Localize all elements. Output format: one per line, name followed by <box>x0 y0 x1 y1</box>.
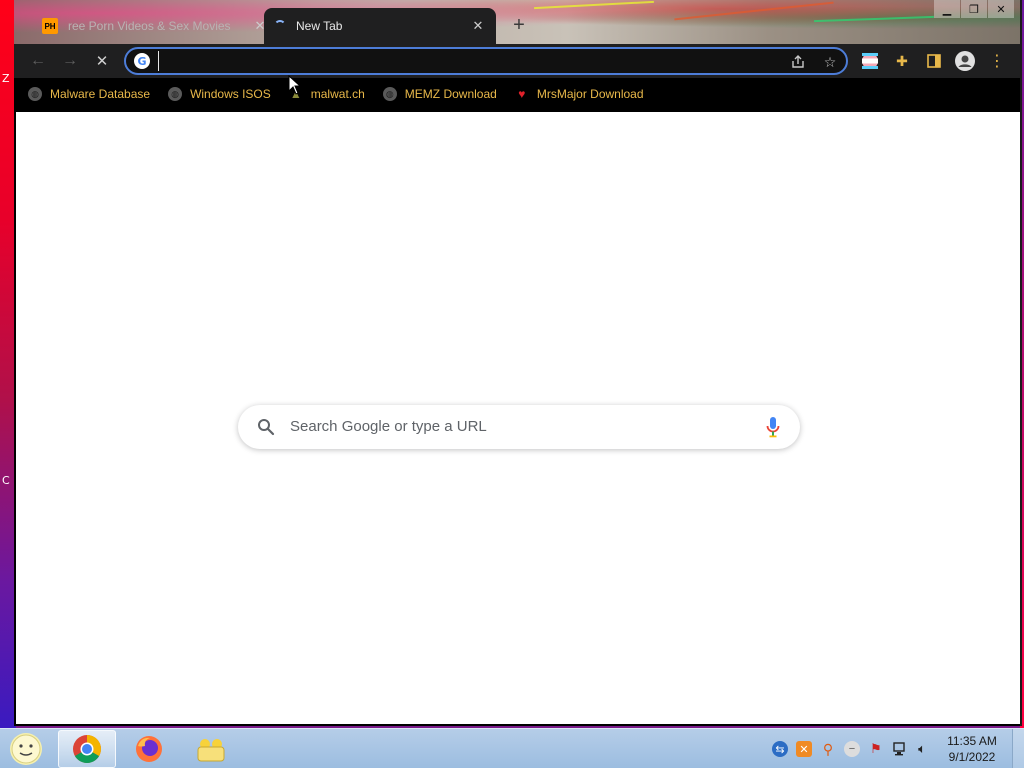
profile-avatar-icon[interactable] <box>955 51 975 71</box>
google-g-icon: G <box>134 53 150 69</box>
address-bar[interactable]: G ☆ <box>124 47 848 75</box>
close-window-icon[interactable]: ✕ <box>988 0 1014 18</box>
loading-spinner-icon <box>274 20 286 32</box>
side-panel-icon[interactable] <box>924 51 944 71</box>
new-tab-page: Search Google or type a URL <box>16 112 1020 724</box>
bookmark-label: MrsMajor Download <box>536 87 644 101</box>
mouse-cursor-icon <box>288 74 302 95</box>
google-search-box[interactable]: Search Google or type a URL <box>238 405 800 449</box>
bookmark-mrsmajor-download[interactable]: ♥ MrsMajor Download <box>515 87 644 101</box>
back-arrow-icon[interactable]: ← <box>27 50 49 72</box>
taskbar-chrome-icon[interactable] <box>58 730 116 768</box>
globe-icon: ◍ <box>28 87 42 101</box>
system-clock[interactable]: 11:35 AM 9/1/2022 <box>936 733 1008 765</box>
tab-new-tab[interactable]: New Tab ✕ <box>264 8 496 44</box>
tab-strip: PH ree Porn Videos & Sex Movies ✕ New Ta… <box>14 0 1020 44</box>
wallpaper-scribble <box>674 1 834 21</box>
taskbar-explorer-icon[interactable] <box>182 730 240 768</box>
share-icon[interactable] <box>788 52 808 72</box>
close-tab-icon[interactable]: ✕ <box>470 18 486 34</box>
taskbar: ⇆ ✕ ⚲ − ⚑ 🔈︎ 11:35 AM 9/1/2022 <box>0 728 1024 768</box>
browser-window: PH ree Porn Videos & Sex Movies ✕ New Ta… <box>14 0 1022 726</box>
bookmark-label: malwat.ch <box>310 87 365 101</box>
volume-icon[interactable]: 🔈︎ <box>914 741 930 757</box>
microphone-icon[interactable] <box>766 416 780 438</box>
clock-time: 11:35 AM <box>947 734 997 748</box>
tab-title: ree Porn Videos & Sex Movies <box>68 19 231 33</box>
maximize-icon[interactable]: ❐ <box>961 0 987 18</box>
start-button[interactable] <box>6 731 46 767</box>
extensions-puzzle-icon[interactable]: ✚ <box>892 51 912 71</box>
bookmarks-bar: ◍ Malware Database ◍ Windows ISOS ▲ malw… <box>14 78 1020 110</box>
network-icon[interactable] <box>892 741 908 757</box>
status-tray-icon[interactable]: − <box>844 741 860 757</box>
bookmark-label: MEMZ Download <box>404 87 497 101</box>
forward-arrow-icon[interactable]: → <box>59 50 81 72</box>
new-tab-button[interactable]: + <box>508 14 530 36</box>
bookmark-label: Malware Database <box>50 87 151 101</box>
tab-pornhub[interactable]: PH ree Porn Videos & Sex Movies ✕ <box>32 8 278 44</box>
globe-icon: ◍ <box>382 87 397 101</box>
pornhub-favicon-icon: PH <box>42 18 58 34</box>
profile-flag-icon[interactable] <box>860 51 880 71</box>
desktop-edge-label: Z <box>2 72 10 85</box>
stop-loading-icon[interactable]: ✕ <box>91 50 113 72</box>
bookmark-star-icon[interactable]: ☆ <box>820 52 840 72</box>
taskbar-firefox-icon[interactable] <box>120 730 178 768</box>
clock-date: 9/1/2022 <box>948 750 996 764</box>
address-input[interactable] <box>158 51 778 71</box>
window-controls: ▁ ❐ ✕ <box>933 0 1014 18</box>
wallpaper-scribble <box>814 15 934 23</box>
globe-icon: ◍ <box>168 87 183 101</box>
show-desktop-button[interactable] <box>1012 729 1024 768</box>
bookmark-malware-database[interactable]: ◍ Malware Database <box>28 87 150 101</box>
minimize-icon[interactable]: ▁ <box>934 0 960 18</box>
wallpaper-scribble <box>534 0 654 10</box>
bookmark-label: Windows ISOS <box>190 87 271 101</box>
xampp-tray-icon[interactable]: ✕ <box>796 741 812 757</box>
tab-title: New Tab <box>296 19 343 33</box>
heart-icon: ♥ <box>518 87 526 101</box>
search-icon <box>256 417 276 437</box>
bookmark-memz-download[interactable]: ◍ MEMZ Download <box>382 87 497 101</box>
desktop-edge-label: C <box>2 474 10 487</box>
action-center-flag-icon[interactable]: ⚑ <box>868 741 884 757</box>
search-tray-icon[interactable]: ⚲ <box>820 741 836 757</box>
browser-toolbar: ← → ✕ G ☆ ✚ ⋮ <box>14 44 1020 78</box>
menu-kebab-icon[interactable]: ⋮ <box>987 51 1007 71</box>
search-placeholder: Search Google or type a URL <box>290 418 487 435</box>
bookmark-windows-isos[interactable]: ◍ Windows ISOS <box>168 87 271 101</box>
teamviewer-tray-icon[interactable]: ⇆ <box>772 741 788 757</box>
